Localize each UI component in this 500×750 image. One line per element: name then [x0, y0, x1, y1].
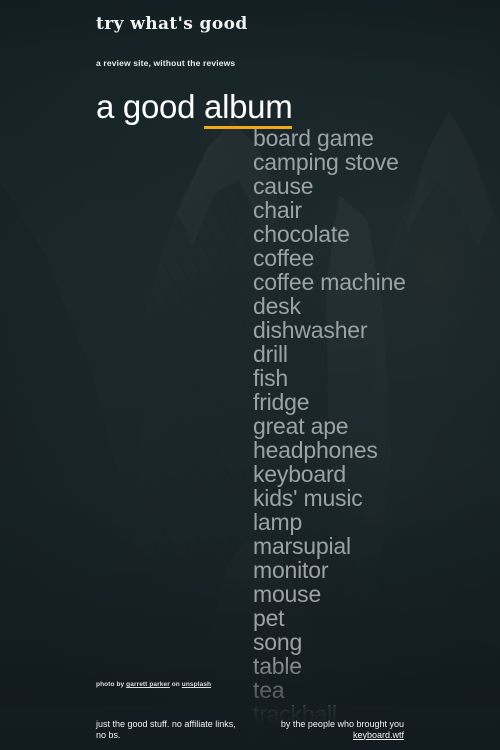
list-item[interactable]: chocolate	[253, 222, 493, 246]
list-item[interactable]: dishwasher	[253, 318, 493, 342]
photographer-link[interactable]: garrett parker	[126, 681, 170, 688]
list-item[interactable]: drill	[253, 342, 493, 366]
list-item[interactable]: board game	[253, 126, 493, 150]
page-root: try what's good a review site, without t…	[0, 0, 500, 750]
site-title[interactable]: try what's good	[96, 14, 248, 34]
list-item[interactable]: camping stove	[253, 150, 493, 174]
list-item[interactable]: pet	[253, 606, 493, 630]
page-content: try what's good a review site, without t…	[0, 0, 500, 750]
headline-keyword: album	[204, 88, 293, 129]
footer-bar: just the good stuff. no affiliate links,…	[0, 706, 500, 750]
list-item[interactable]: lamp	[253, 510, 493, 534]
keyboard-wtf-link[interactable]: keyboard.wtf	[353, 730, 404, 740]
list-item[interactable]: cause	[253, 174, 493, 198]
list-item[interactable]: keyboard	[253, 462, 493, 486]
list-item[interactable]: kids' music	[253, 486, 493, 510]
list-item[interactable]: mouse	[253, 582, 493, 606]
list-item[interactable]: song	[253, 630, 493, 654]
site-tagline: a review site, without the reviews	[96, 58, 236, 68]
footer-credit-text: by the people who brought you	[280, 719, 404, 729]
category-list: board game camping stove cause chair chocola…	[253, 126, 493, 750]
footer-disclaimer: just the good stuff. no affiliate links,…	[96, 719, 236, 740]
list-item[interactable]: tea	[253, 678, 493, 702]
list-item[interactable]: coffee machine	[253, 270, 493, 294]
footer-credit: by the people who brought you keyboard.w…	[281, 719, 404, 740]
list-item[interactable]: great ape	[253, 414, 493, 438]
page-title: a good album	[0, 88, 500, 129]
list-item[interactable]: headphones	[253, 438, 493, 462]
list-item[interactable]: table	[253, 654, 493, 678]
list-item[interactable]: desk	[253, 294, 493, 318]
headline-prefix: a good	[96, 88, 205, 125]
list-item[interactable]: marsupial	[253, 534, 493, 558]
list-item[interactable]: monitor	[253, 558, 493, 582]
list-item[interactable]: coffee	[253, 246, 493, 270]
list-item[interactable]: fridge	[253, 390, 493, 414]
photo-credit-prefix: photo by	[96, 681, 127, 688]
list-item[interactable]: chair	[253, 198, 493, 222]
photo-credit-middle: on	[169, 681, 182, 688]
photo-credit: photo by garrett parker on unsplash	[96, 681, 211, 688]
list-item[interactable]: fish	[253, 366, 493, 390]
unsplash-link[interactable]: unsplash	[182, 681, 211, 688]
